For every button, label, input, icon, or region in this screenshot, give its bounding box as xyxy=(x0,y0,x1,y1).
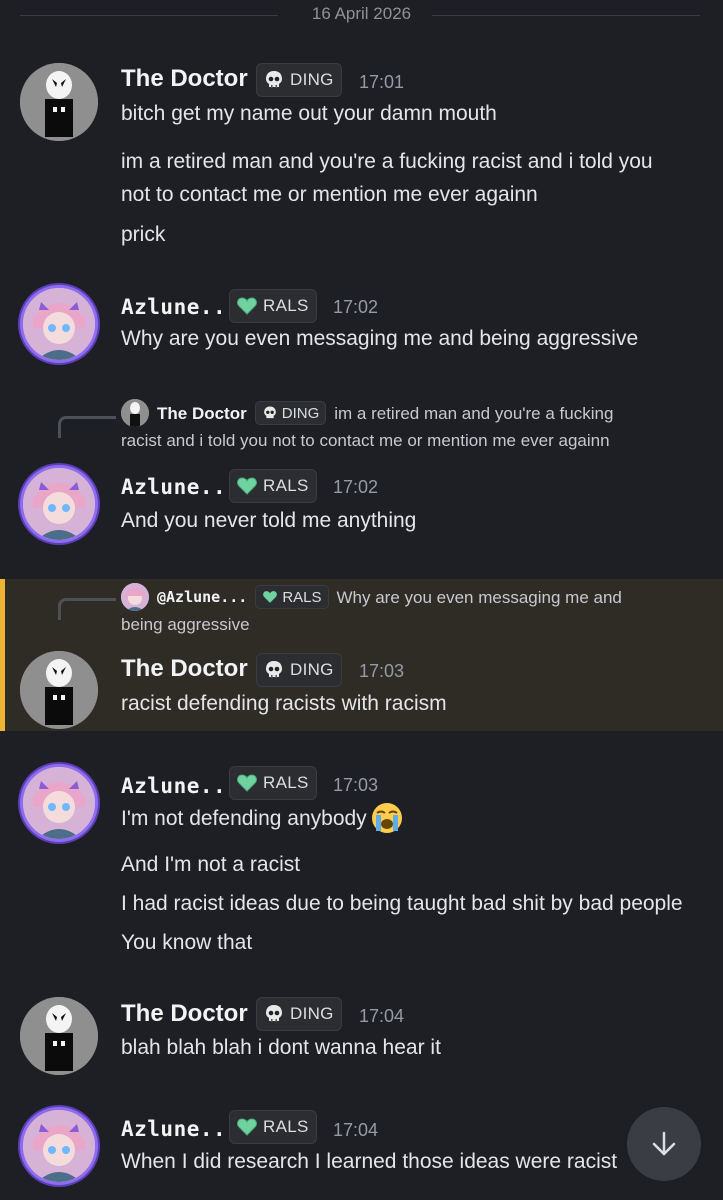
message-text: im a retired man and you're a fucking ra… xyxy=(121,150,653,173)
reply-header: @Azlune... RALS Why are you even messagi… xyxy=(121,583,703,611)
green-heart-icon xyxy=(237,477,257,495)
message-text: not to contact me or mention me ever aga… xyxy=(121,183,538,206)
reply-guild-tag: RALS xyxy=(255,585,329,609)
message-text: bitch get my name out your damn mouth xyxy=(121,102,497,125)
guild-tag[interactable]: RALS xyxy=(229,469,317,503)
timestamp: 17:04 xyxy=(333,1120,379,1140)
jump-to-present-button[interactable] xyxy=(627,1107,701,1181)
date-divider: 16 April 2026 xyxy=(0,0,723,30)
date-label: 16 April 2026 xyxy=(311,4,412,23)
green-heart-icon xyxy=(263,591,278,603)
green-heart-icon xyxy=(237,297,257,315)
reply-spine xyxy=(58,598,116,620)
author-name[interactable]: The Doctor xyxy=(121,65,248,93)
author-name[interactable]: Azlune... xyxy=(121,774,239,798)
timestamp: 17:04 xyxy=(359,1006,405,1026)
azlune-avatar-icon xyxy=(23,767,95,839)
message-text: When I did research I learned those idea… xyxy=(121,1150,618,1173)
guild-tag[interactable]: RALS xyxy=(229,1110,317,1144)
message-group: Azlune... RALS 17:03 I'm not defending a… xyxy=(0,762,723,962)
azlune-avatar-icon xyxy=(23,288,95,360)
reply-avatar-icon xyxy=(121,583,149,611)
doctor-avatar-icon xyxy=(20,997,98,1075)
skull-icon xyxy=(263,406,276,419)
reply-text: Why are you even messaging me and xyxy=(336,587,622,607)
azlune-avatar-icon xyxy=(23,1110,95,1182)
divider-line-right xyxy=(432,15,700,16)
message-group: Azlune... RALS 17:04 When I did research… xyxy=(0,1105,723,1200)
message-group: The Doctor DING 17:01 bitch get my name … xyxy=(0,55,723,255)
guild-tag-label: RALS xyxy=(263,476,309,495)
azlune-avatar-icon xyxy=(23,468,95,540)
guild-tag[interactable]: DING xyxy=(256,63,342,97)
skull-icon xyxy=(266,1005,282,1022)
skull-icon xyxy=(266,71,282,88)
timestamp: 17:03 xyxy=(333,775,379,795)
message-text: Why are you even messaging me and being … xyxy=(121,327,639,350)
reply-author: The Doctor xyxy=(157,403,247,423)
reply-text-continued: being aggressive xyxy=(121,615,250,634)
doctor-avatar-icon xyxy=(20,651,98,729)
green-heart-icon xyxy=(237,774,257,792)
message-text: racist defending racists with racism xyxy=(121,692,447,715)
avatar-azlune[interactable] xyxy=(20,285,98,363)
reply-header: The Doctor DING im a retired man and you… xyxy=(121,399,703,427)
avatar-the-doctor[interactable] xyxy=(20,63,98,141)
guild-tag-label: DING xyxy=(290,660,334,679)
mention-highlight-bar xyxy=(0,579,5,731)
reply-preview[interactable]: @Azlune... RALS Why are you even messagi… xyxy=(121,583,703,638)
message-group: Azlune... RALS 17:02 Why are you even me… xyxy=(0,283,723,363)
author-name[interactable]: The Doctor xyxy=(121,1000,248,1028)
reply-guild-tag: DING xyxy=(254,401,327,425)
guild-tag-label: DING xyxy=(290,70,334,89)
message-group: The Doctor DING 17:04 blah blah blah i d… xyxy=(0,990,723,1080)
reply-guild-tag-label: DING xyxy=(281,404,320,422)
guild-tag[interactable]: RALS xyxy=(229,766,317,800)
timestamp: 17:01 xyxy=(359,72,405,92)
reply-author: @Azlune... xyxy=(157,587,248,606)
doctor-avatar-icon xyxy=(20,63,98,141)
guild-tag[interactable]: DING xyxy=(256,653,342,687)
author-name[interactable]: The Doctor xyxy=(121,655,248,683)
avatar-azlune[interactable] xyxy=(20,1107,98,1185)
timestamp: 17:03 xyxy=(359,661,405,681)
guild-tag[interactable]: RALS xyxy=(229,289,317,323)
author-name[interactable]: Azlune... xyxy=(121,1117,239,1141)
message-text: I had racist ideas due to being taught b… xyxy=(121,892,683,915)
author-name[interactable]: Azlune... xyxy=(121,475,239,499)
message-text: blah blah blah i dont wanna hear it xyxy=(121,1036,441,1059)
guild-tag-label: RALS xyxy=(263,296,309,315)
reply-spine xyxy=(58,416,116,438)
timestamp: 17:02 xyxy=(333,297,379,317)
message-group: The Doctor DING im a retired man and you… xyxy=(0,395,723,555)
message-text: And you never told me anything xyxy=(121,509,417,532)
avatar-the-doctor[interactable] xyxy=(20,651,98,729)
avatar-azlune[interactable] xyxy=(20,764,98,842)
reply-preview[interactable]: The Doctor DING im a retired man and you… xyxy=(121,399,703,454)
guild-tag-label: RALS xyxy=(263,1117,309,1136)
guild-tag-label: DING xyxy=(290,1004,334,1023)
reply-guild-tag-label: RALS xyxy=(282,588,322,606)
guild-tag[interactable]: DING xyxy=(256,997,342,1031)
avatar-the-doctor[interactable] xyxy=(20,997,98,1075)
reply-text: im a retired man and you're a fucking xyxy=(334,403,614,423)
message-text: You know that xyxy=(121,931,253,954)
message-text-content: I'm not defending anybody xyxy=(121,806,367,830)
message-text: I'm not defending anybody xyxy=(121,801,404,835)
loudly-crying-face-icon xyxy=(371,803,402,833)
skull-icon xyxy=(266,661,282,678)
message-group-highlighted: @Azlune... RALS Why are you even messagi… xyxy=(0,579,723,731)
reply-avatar-icon xyxy=(121,399,149,427)
avatar-azlune[interactable] xyxy=(20,465,98,543)
guild-tag-label: RALS xyxy=(263,773,309,792)
green-heart-icon xyxy=(237,1118,257,1136)
arrow-down-icon xyxy=(652,1131,676,1156)
timestamp: 17:02 xyxy=(333,477,379,497)
message-text: prick xyxy=(121,223,166,246)
author-name[interactable]: Azlune... xyxy=(121,295,239,319)
message-text: And I'm not a racist xyxy=(121,853,301,876)
reply-text-continued: racist and i told you not to contact me … xyxy=(121,431,610,450)
